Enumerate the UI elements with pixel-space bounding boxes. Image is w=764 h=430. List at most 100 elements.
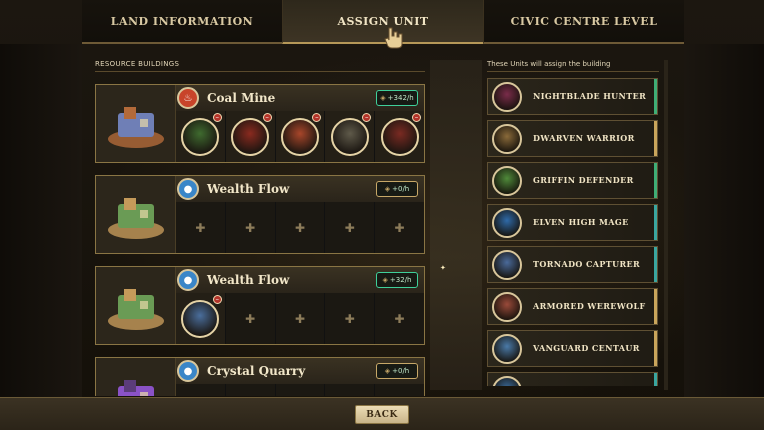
remove-unit-icon[interactable]: –: [312, 113, 322, 122]
empty-unit-slot[interactable]: ✚: [324, 293, 375, 344]
unit-name: ELVEN HIGH MAGE: [533, 217, 629, 227]
unit-portrait: [492, 250, 522, 280]
production-rate: ◈ +0/h: [376, 363, 418, 379]
unit-accent-bar: [654, 247, 657, 282]
assigned-unit-slot[interactable]: –: [176, 111, 225, 162]
empty-unit-slot[interactable]: ✚: [224, 384, 275, 396]
building-row[interactable]: ♨ Coal Mine ◈ +342/h – – – – –: [95, 84, 425, 163]
assigned-unit-slot[interactable]: –: [224, 111, 275, 162]
remove-unit-icon[interactable]: –: [262, 113, 272, 122]
building-row[interactable]: ● Crystal Quarry ◈ +0/h ✚✚✚✚✚: [95, 357, 425, 396]
remove-unit-icon[interactable]: –: [212, 113, 222, 122]
building-name: Wealth Flow: [207, 182, 290, 196]
empty-unit-slot[interactable]: ✚: [324, 384, 375, 396]
unit-card[interactable]: ARMORED WEREWOLF: [487, 288, 658, 325]
empty-unit-slot[interactable]: ✚: [224, 202, 275, 253]
divider: [487, 71, 659, 72]
assigned-unit-slot[interactable]: –: [176, 293, 225, 344]
assigned-unit-slot[interactable]: –: [324, 111, 375, 162]
empty-unit-slot[interactable]: ✚: [176, 384, 225, 396]
building-name: Coal Mine: [207, 91, 276, 105]
empty-unit-slot[interactable]: ✚: [176, 202, 225, 253]
add-unit-icon: ✚: [245, 311, 256, 326]
resource-icon: ◈: [380, 94, 386, 102]
unit-portrait: [492, 334, 522, 364]
production-rate: ◈ +0/h: [376, 181, 418, 197]
unit-portrait: [492, 124, 522, 154]
add-unit-icon: ✚: [195, 220, 206, 235]
unit-name: ARMORED WEREWOLF: [533, 301, 646, 311]
unit-slots: – – – – –: [176, 111, 424, 162]
add-unit-icon: ✚: [394, 311, 405, 326]
unit-card[interactable]: [487, 372, 658, 386]
tab-label: CIVIC CENTRE LEVEL: [510, 14, 658, 28]
assigned-unit-slot[interactable]: –: [274, 111, 325, 162]
add-unit-icon: ✚: [344, 220, 355, 235]
unit-card[interactable]: TORNADO CAPTURER: [487, 246, 658, 283]
unit-portrait: [492, 166, 522, 196]
rate-value: +32/h: [389, 276, 412, 284]
center-backdrop: [430, 60, 482, 390]
water-drop-icon: ●: [177, 360, 199, 382]
add-unit-icon: ✚: [294, 311, 306, 326]
remove-unit-icon[interactable]: –: [362, 113, 372, 122]
unit-name: DWARVEN WARRIOR: [533, 133, 635, 143]
unit-list-scrollbar[interactable]: [664, 60, 668, 390]
empty-unit-slot[interactable]: ✚: [224, 293, 275, 344]
assigned-unit-slot[interactable]: –: [374, 111, 424, 162]
empty-unit-slot[interactable]: ✚: [374, 202, 424, 253]
unit-list[interactable]: NIGHTBLADE HUNTER DWARVEN WARRIOR GRIFFI…: [487, 78, 659, 386]
production-rate: ◈ +32/h: [376, 272, 418, 288]
empty-unit-slot[interactable]: ✚: [374, 293, 424, 344]
unit-portrait: [492, 208, 522, 238]
unit-portrait: [231, 117, 270, 156]
rate-value: +0/h: [392, 185, 410, 193]
unit-card[interactable]: ELVEN HIGH MAGE: [487, 204, 658, 241]
building-row[interactable]: ● Wealth Flow ◈ +0/h ✚ ✚ ✚ ✚ ✚: [95, 175, 425, 254]
back-button[interactable]: BACK: [355, 405, 409, 424]
unit-portrait: [181, 299, 220, 338]
empty-unit-slot[interactable]: ✚: [274, 202, 325, 253]
empty-unit-slot[interactable]: ✚: [324, 202, 375, 253]
unit-card[interactable]: DWARVEN WARRIOR: [487, 120, 658, 157]
empty-unit-slot[interactable]: ✚: [374, 384, 424, 396]
unit-accent-bar: [654, 205, 657, 240]
unit-name: VANGUARD CENTAUR: [533, 343, 640, 353]
add-unit-icon: ✚: [394, 220, 405, 235]
unit-card[interactable]: NIGHTBLADE HUNTER: [487, 78, 658, 115]
hand-cursor-icon: [384, 27, 403, 49]
left-backdrop: [0, 44, 82, 398]
unit-accent-bar: [654, 289, 657, 324]
rate-value: +342/h: [387, 94, 414, 102]
unit-accent-bar: [654, 79, 657, 114]
remove-unit-icon[interactable]: –: [212, 295, 222, 304]
unit-name: NIGHTBLADE HUNTER: [533, 91, 647, 101]
tab-civic-centre-level[interactable]: CIVIC CENTRE LEVEL: [483, 0, 684, 44]
right-backdrop: [684, 44, 764, 398]
building-list[interactable]: ♨ Coal Mine ◈ +342/h – – – – – ● Wealth: [95, 84, 425, 396]
tab-land-information[interactable]: LAND INFORMATION: [82, 0, 282, 44]
unit-accent-bar: [654, 121, 657, 156]
unit-portrait: [330, 117, 369, 156]
production-rate: ◈ +342/h: [376, 90, 418, 106]
building-name: Crystal Quarry: [207, 364, 306, 378]
building-thumbnail: [96, 358, 176, 396]
building-row[interactable]: ● Wealth Flow ◈ +32/h – ✚ ✚ ✚ ✚: [95, 266, 425, 345]
empty-unit-slot[interactable]: ✚: [274, 293, 325, 344]
sparkle-icon: ✦: [440, 264, 446, 272]
add-unit-icon: ✚: [294, 220, 306, 235]
assign-units-title: These Units will assign the building: [487, 60, 611, 68]
divider: [95, 71, 425, 72]
unit-portrait: [280, 117, 319, 156]
empty-unit-slot[interactable]: ✚: [274, 384, 325, 396]
add-unit-icon: ✚: [344, 311, 355, 326]
remove-unit-icon[interactable]: –: [411, 113, 421, 122]
unit-accent-bar: [654, 331, 657, 366]
unit-card[interactable]: GRIFFIN DEFENDER: [487, 162, 658, 199]
unit-portrait: [181, 117, 220, 156]
unit-card[interactable]: VANGUARD CENTAUR: [487, 330, 658, 367]
unit-slots: ✚✚✚✚✚: [176, 384, 424, 396]
unit-slots: – ✚ ✚ ✚ ✚: [176, 293, 424, 344]
building-thumbnail: [96, 85, 176, 162]
resource-icon: ◈: [384, 185, 391, 193]
